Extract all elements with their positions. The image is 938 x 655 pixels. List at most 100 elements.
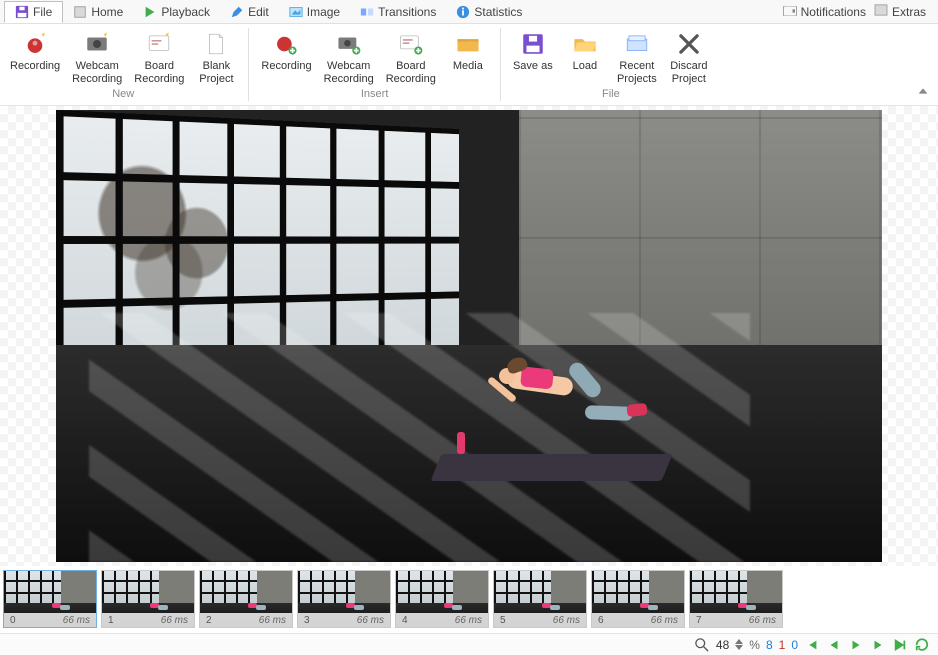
frame-thumbnail[interactable]: 166 ms — [101, 570, 195, 628]
tab-label: Image — [307, 5, 340, 19]
frame-thumbnail[interactable]: 5 66 ms — [493, 570, 587, 628]
frame-index: 6 — [598, 615, 604, 626]
nav-play-icon[interactable] — [848, 637, 864, 653]
frame-duration: 66 ms — [259, 615, 286, 626]
new-blank-project-button[interactable]: Blank Project — [190, 26, 242, 88]
save-as-button[interactable]: Save as — [507, 26, 559, 75]
ribbon-group-label: Insert — [361, 88, 389, 102]
status-count-a: 8 — [766, 638, 773, 652]
nav-first-icon[interactable] — [804, 637, 820, 653]
frame-thumbnail[interactable]: 4 66 ms — [395, 570, 489, 628]
preview-frame[interactable] — [56, 110, 882, 562]
ribbon-label: Blank Project — [199, 60, 233, 86]
ribbon-group-new: Recording Webcam Recording Board Recordi… — [0, 24, 246, 105]
save-disk-icon — [15, 5, 29, 19]
ribbon-label: Recent Projects — [617, 60, 657, 86]
ribbon-group-file: Save as Load Recent Projects Discard Pro… — [503, 24, 719, 105]
zoom-magnifier-icon[interactable] — [694, 637, 710, 653]
notifications-label: Notifications — [801, 5, 866, 19]
nav-last-icon[interactable] — [892, 637, 908, 653]
frame-caption: 6 66 ms — [592, 613, 684, 627]
notifications-icon — [783, 5, 797, 19]
board-add-icon — [397, 30, 425, 58]
frame-thumbnail[interactable]: 6 66 ms — [591, 570, 685, 628]
new-webcam-recording-button[interactable]: Webcam Recording — [66, 26, 128, 88]
frame-caption: 766 ms — [690, 613, 782, 627]
info-icon — [456, 5, 470, 19]
frame-duration: 66 ms — [357, 615, 384, 626]
extras-button[interactable]: Extras — [874, 4, 926, 19]
recent-projects-button[interactable]: Recent Projects — [611, 26, 663, 88]
ribbon-label: Board Recording — [386, 60, 436, 86]
preview-canvas-area — [0, 106, 938, 566]
notifications-button[interactable]: Notifications — [783, 5, 866, 19]
status-count-b: 1 — [779, 638, 786, 652]
ribbon-label: Save as — [513, 60, 553, 73]
insert-webcam-recording-button[interactable]: Webcam Recording — [318, 26, 380, 88]
ribbon-label: Webcam Recording — [72, 60, 122, 86]
ribbon-label: Media — [453, 60, 483, 73]
frame-thumbnail[interactable]: 3 66 ms — [297, 570, 391, 628]
discard-project-button[interactable]: Discard Project — [663, 26, 715, 88]
tab-label: Edit — [248, 5, 269, 19]
transitions-icon — [360, 5, 374, 19]
new-recording-button[interactable]: Recording — [4, 26, 66, 75]
frame-duration: 66 ms — [455, 615, 482, 626]
frame-thumbnail[interactable]: 2 66 ms — [199, 570, 293, 628]
insert-recording-button[interactable]: Recording — [255, 26, 317, 75]
frame-index: 5 — [500, 615, 506, 626]
frame-thumbnail[interactable]: 766 ms — [689, 570, 783, 628]
tab-edit[interactable]: Edit — [220, 1, 279, 23]
frame-index: 3 — [304, 615, 310, 626]
ribbon-separator — [500, 28, 501, 101]
image-icon — [289, 5, 303, 19]
ribbon-collapse-icon[interactable] — [916, 84, 930, 101]
tab-transitions[interactable]: Transitions — [350, 1, 446, 23]
board-icon — [145, 30, 173, 58]
status-bar: 48 % 8 1 0 — [0, 633, 938, 655]
frame-caption: 166 ms — [102, 613, 194, 627]
frame-index: 0 — [10, 615, 16, 626]
tab-statistics[interactable]: Statistics — [446, 1, 532, 23]
percent-label: % — [749, 638, 760, 652]
ribbon-group-label: File — [602, 88, 620, 102]
frame-duration: 66 ms — [63, 615, 90, 626]
tab-file[interactable]: File — [4, 1, 63, 23]
nav-prev-icon[interactable] — [826, 637, 842, 653]
frame-caption: 0 66 ms — [4, 613, 96, 627]
load-button[interactable]: Load — [559, 26, 611, 75]
extras-label: Extras — [892, 5, 926, 19]
frame-caption: 2 66 ms — [200, 613, 292, 627]
nav-loop-icon[interactable] — [914, 637, 930, 653]
save-as-icon — [519, 30, 547, 58]
ribbon-label: Recording — [10, 60, 60, 73]
nav-next-icon[interactable] — [870, 637, 886, 653]
frame-caption: 5 66 ms — [494, 613, 586, 627]
new-board-recording-button[interactable]: Board Recording — [128, 26, 190, 88]
tab-label: Statistics — [474, 5, 522, 19]
insert-board-recording-button[interactable]: Board Recording — [380, 26, 442, 88]
frame-thumbnail[interactable]: 0 66 ms — [3, 570, 97, 628]
tab-home[interactable]: Home — [63, 1, 133, 23]
tab-playback[interactable]: Playback — [133, 1, 220, 23]
webcam-icon — [83, 30, 111, 58]
tab-label: Transitions — [378, 5, 436, 19]
folder-media-icon — [454, 30, 482, 58]
recent-projects-icon — [623, 30, 651, 58]
play-icon — [143, 5, 157, 19]
frame-duration: 66 ms — [651, 615, 678, 626]
record-add-icon — [272, 30, 300, 58]
frame-duration: 66 ms — [161, 615, 188, 626]
zoom-spinner[interactable] — [735, 639, 743, 650]
frame-duration: 66 ms — [553, 615, 580, 626]
frame-caption: 4 66 ms — [396, 613, 488, 627]
status-count-c: 0 — [791, 638, 798, 652]
frame-index: 2 — [206, 615, 212, 626]
tab-image[interactable]: Image — [279, 1, 350, 23]
home-doc-icon — [73, 5, 87, 19]
ribbon-label: Recording — [261, 60, 311, 73]
insert-media-button[interactable]: Media — [442, 26, 494, 75]
ribbon-group-label: New — [112, 88, 134, 102]
ribbon-label: Webcam Recording — [324, 60, 374, 86]
frame-index: 4 — [402, 615, 408, 626]
